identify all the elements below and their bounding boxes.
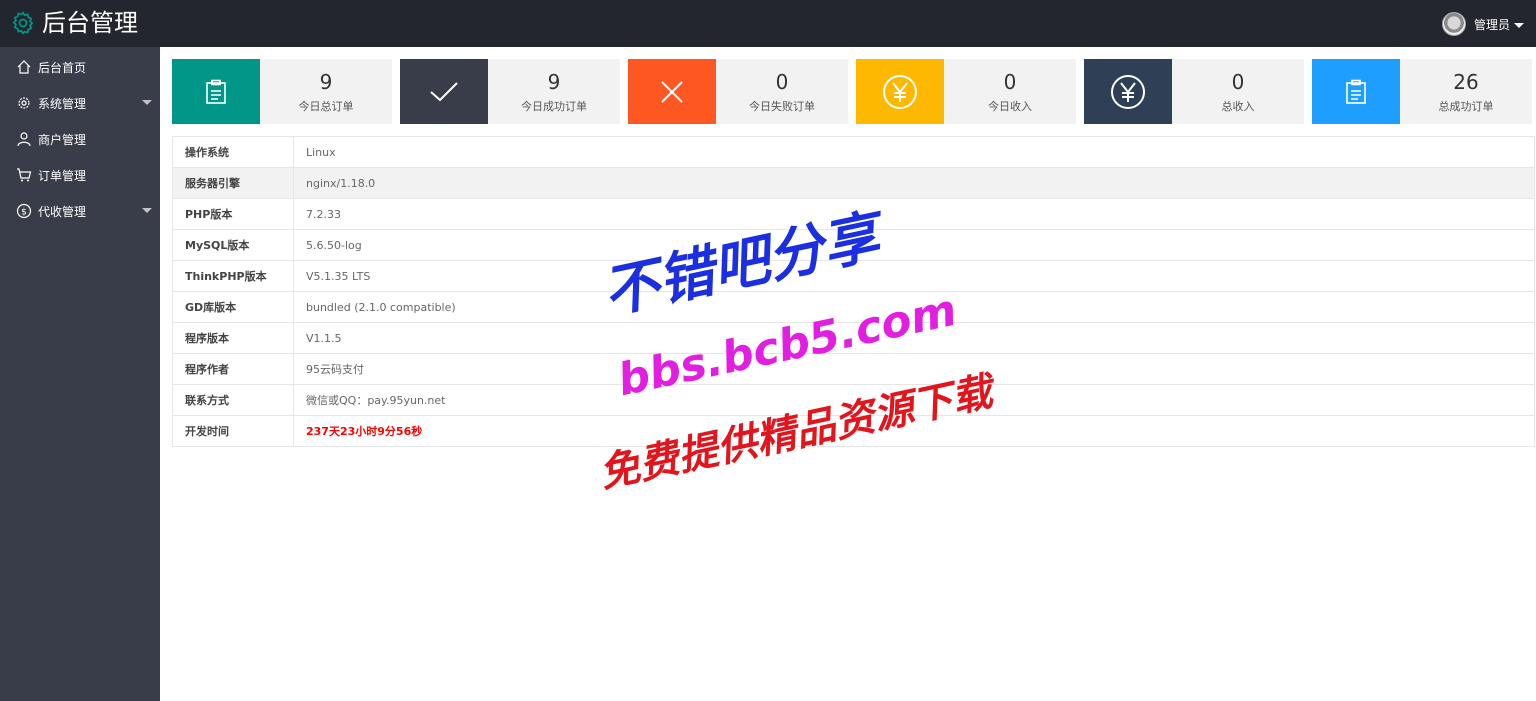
stat-card-body: 9 今日总订单: [260, 59, 392, 124]
user-icon: [17, 132, 31, 147]
avatar: [1441, 12, 1466, 36]
stat-label: 今日成功订单: [521, 100, 587, 113]
stat-value: 9: [547, 70, 561, 94]
sidebar-item-label: 系统管理: [38, 96, 87, 111]
sidebar-item-label: 代收管理: [38, 204, 87, 219]
info-value: V1.1.5: [293, 322, 1535, 354]
stat-value: 0: [1231, 70, 1245, 94]
info-key: 开发时间: [172, 415, 294, 447]
cart-icon: [17, 168, 32, 182]
info-value: 95云码支付: [293, 353, 1535, 385]
yen-icon: [883, 74, 917, 109]
server-info-table: 操作系统 Linux 服务器引擎 nginx/1.18.0 PHP版本 7.2.33 …: [172, 136, 1535, 447]
stat-label: 今日失败订单: [749, 100, 815, 113]
table-row: 服务器引擎 nginx/1.18.0: [172, 167, 1535, 199]
stat-value: 0: [1003, 70, 1017, 94]
sidebar-item-label: 商户管理: [38, 132, 87, 147]
stat-label: 总收入: [1221, 100, 1255, 113]
table-row: PHP版本 7.2.33: [172, 198, 1535, 230]
stat-value: 0: [775, 70, 789, 94]
stat-card-today-income[interactable]: 0 今日收入: [856, 59, 1076, 124]
info-value: nginx/1.18.0: [293, 167, 1535, 199]
clipboard-icon: [206, 79, 226, 104]
sidebar: 后台首页 系统管理 商户管理 订单管理 $ 代收管理: [0, 47, 160, 701]
top-header: 后台管理 管理员: [0, 0, 1536, 47]
chevron-down-icon: [142, 208, 152, 213]
stat-label: 今日收入: [988, 100, 1032, 113]
stat-card-today-orders[interactable]: 9 今日总订单: [172, 59, 392, 124]
sidebar-item-label: 后台首页: [38, 60, 87, 75]
user-name: 管理员: [1473, 17, 1510, 32]
info-key: MySQL版本: [172, 229, 294, 261]
stat-card-total-income[interactable]: 0 总收入: [1084, 59, 1304, 124]
close-icon: [661, 80, 683, 103]
stat-card-today-failed[interactable]: 0 今日失败订单: [628, 59, 848, 124]
home-icon: [17, 60, 31, 74]
sidebar-item-collection[interactable]: $ 代收管理: [0, 193, 160, 229]
stat-cards: 9 今日总订单 9 今日成功订单 0 今日失败订单 0 今日收入 0 总收入 2…: [172, 59, 1532, 124]
table-row: 操作系统 Linux: [172, 136, 1535, 168]
stat-value: 9: [319, 70, 333, 94]
sidebar-item-system[interactable]: 系统管理: [0, 85, 160, 121]
stat-card-total-success[interactable]: 26 总成功订单: [1312, 59, 1532, 124]
stat-card-icon-box: [628, 59, 716, 124]
info-key: GD库版本: [172, 291, 294, 323]
stat-card-body: 0 总收入: [1172, 59, 1304, 124]
table-row: MySQL版本 5.6.50-log: [172, 229, 1535, 261]
info-value: Linux: [293, 136, 1535, 168]
chevron-down-icon: [1514, 22, 1524, 28]
stat-label: 总成功订单: [1438, 100, 1494, 113]
table-row: GD库版本 bundled (2.1.0 compatible): [172, 291, 1535, 323]
stat-label: 今日总订单: [298, 100, 354, 113]
sidebar-item-label: 订单管理: [38, 168, 87, 183]
stat-card-body: 9 今日成功订单: [488, 59, 620, 124]
sidebar-item-orders[interactable]: 订单管理: [0, 157, 160, 193]
main-content: 9 今日总订单 9 今日成功订单 0 今日失败订单 0 今日收入 0 总收入 2…: [160, 47, 1536, 701]
user-menu[interactable]: 管理员: [1441, 12, 1524, 36]
info-key: 程序版本: [172, 322, 294, 354]
dev-time-value: 237天23小时9分56秒: [293, 415, 1535, 447]
stat-card-body: 0 今日失败订单: [716, 59, 848, 124]
logo[interactable]: 后台管理: [10, 8, 138, 38]
info-key: 服务器引擎: [172, 167, 294, 199]
stat-card-icon-box: [172, 59, 260, 124]
clipboard-icon: [1346, 79, 1366, 104]
table-row: 联系方式 微信或QQ：pay.95yun.net: [172, 384, 1535, 416]
stat-card-body: 0 今日收入: [944, 59, 1076, 124]
info-key: ThinkPHP版本: [172, 260, 294, 292]
info-key: PHP版本: [172, 198, 294, 230]
sidebar-item-merchants[interactable]: 商户管理: [0, 121, 160, 157]
table-row: 开发时间 237天23小时9分56秒: [172, 415, 1535, 447]
sidebar-item-home[interactable]: 后台首页: [0, 49, 160, 85]
info-key: 程序作者: [172, 353, 294, 385]
yen-icon: [1111, 74, 1145, 109]
gear-icon: [12, 11, 34, 35]
stat-card-body: 26 总成功订单: [1400, 59, 1532, 124]
info-key: 操作系统: [172, 136, 294, 168]
info-value: V5.1.35 LTS: [293, 260, 1535, 292]
info-value: 7.2.33: [293, 198, 1535, 230]
check-icon: [430, 81, 458, 101]
info-key: 联系方式: [172, 384, 294, 416]
stat-card-today-success[interactable]: 9 今日成功订单: [400, 59, 620, 124]
stat-card-icon-box: [1312, 59, 1400, 124]
stat-card-icon-box: [1084, 59, 1172, 124]
app-title: 后台管理: [42, 9, 138, 37]
dollar-icon: $: [16, 203, 32, 219]
stat-value: 26: [1453, 70, 1479, 94]
info-value: 5.6.50-log: [293, 229, 1535, 261]
info-value: bundled (2.1.0 compatible): [293, 291, 1535, 323]
gear-icon: [18, 97, 30, 109]
stat-card-icon-box: [400, 59, 488, 124]
table-row: 程序版本 V1.1.5: [172, 322, 1535, 354]
info-value: 微信或QQ：pay.95yun.net: [293, 384, 1535, 416]
stat-card-icon-box: [856, 59, 944, 124]
table-row: ThinkPHP版本 V5.1.35 LTS: [172, 260, 1535, 292]
table-row: 程序作者 95云码支付: [172, 353, 1535, 385]
svg-text:$: $: [21, 208, 27, 218]
chevron-down-icon: [142, 100, 152, 105]
